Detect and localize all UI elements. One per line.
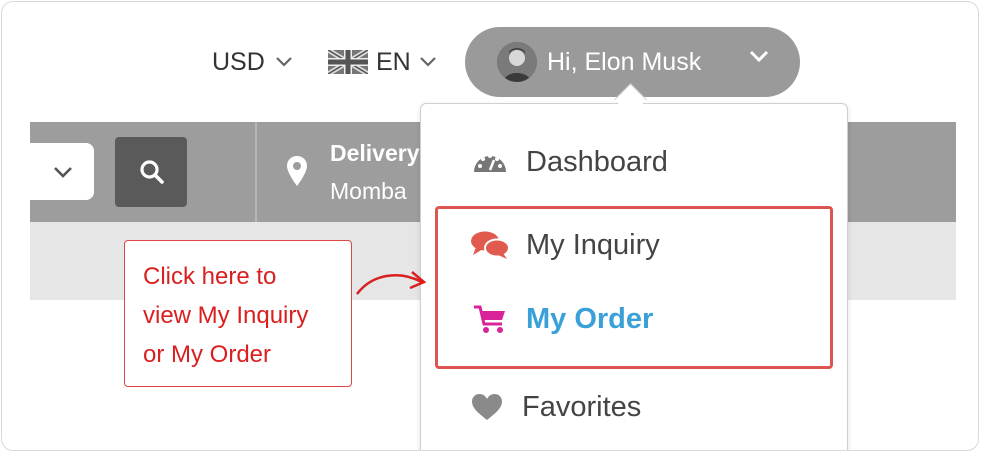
currency-selector[interactable]: USD	[212, 46, 293, 78]
band-divider	[255, 122, 257, 222]
language-selector[interactable]: EN	[328, 46, 437, 78]
dashboard-gauge-icon	[470, 145, 510, 179]
callout-line: Click here to	[143, 263, 277, 290]
user-photo	[497, 42, 537, 82]
chevron-down-icon	[749, 50, 769, 63]
highlight-box	[435, 206, 833, 369]
chevron-down-icon	[54, 167, 72, 178]
menu-item-dashboard[interactable]: Dashboard	[470, 145, 668, 179]
search-icon	[140, 160, 164, 184]
uk-flag-icon	[328, 50, 368, 74]
menu-item-favorites[interactable]: Favorites	[470, 390, 641, 424]
language-label: EN	[376, 47, 411, 76]
callout-line: or My Order	[143, 341, 272, 368]
menu-item-label: Dashboard	[526, 145, 668, 178]
user-greeting: Hi, Elon Musk	[547, 47, 702, 76]
avatar	[497, 42, 537, 82]
menu-item-label: Favorites	[522, 390, 642, 423]
delivery-title[interactable]: Delivery	[330, 140, 420, 167]
delivery-location[interactable]: Momba	[330, 178, 407, 205]
location-pin-icon	[287, 156, 307, 186]
callout-line: view My Inquiry	[143, 302, 309, 329]
curved-arrow-icon	[356, 271, 427, 295]
category-select[interactable]	[30, 143, 94, 200]
screenshot-frame: Delivery Momba USD EN Hi, Elon Musk Dash…	[1, 1, 979, 451]
instruction-callout: Click here to view My Inquiry or My Orde…	[124, 240, 352, 387]
currency-label: USD	[212, 47, 265, 76]
chevron-down-icon	[419, 57, 436, 67]
search-button[interactable]	[115, 137, 187, 207]
heart-icon	[470, 390, 504, 424]
chevron-down-icon	[276, 57, 292, 67]
